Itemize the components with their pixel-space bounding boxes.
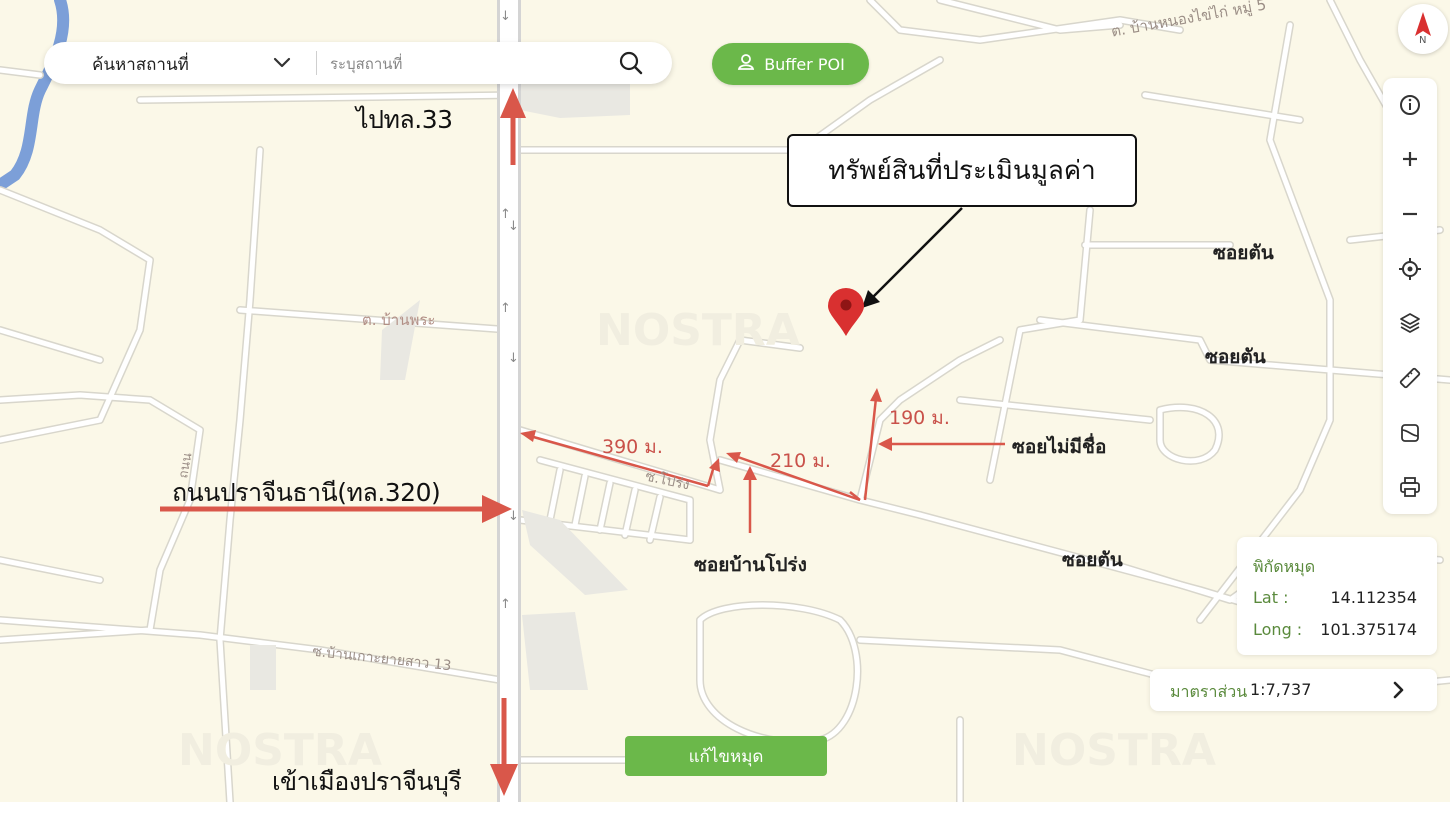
search-mode-label[interactable]: ค้นหาสถานที่ bbox=[92, 51, 189, 78]
svg-text:↑: ↑ bbox=[500, 597, 511, 612]
road-label-ban-phra: ต. บ้านพระ bbox=[362, 311, 436, 329]
scale-label: มาตราส่วน bbox=[1170, 682, 1248, 701]
search-bar: ค้นหาสถานที่ bbox=[44, 42, 672, 84]
ruler-icon[interactable] bbox=[1395, 363, 1425, 393]
locate-icon[interactable] bbox=[1395, 254, 1425, 284]
chevron-right-icon[interactable] bbox=[1384, 676, 1412, 704]
label-dead-end-2: ซอยตัน bbox=[1205, 346, 1266, 368]
scale-value: 1:7,737 bbox=[1250, 680, 1312, 699]
info-icon[interactable] bbox=[1395, 90, 1425, 120]
label-dead-end-3: ซอยตัน bbox=[1062, 549, 1123, 571]
coordinates-title: พิกัดหมุด bbox=[1253, 557, 1316, 576]
river bbox=[0, 0, 70, 191]
distance-210: 210 ม. bbox=[770, 450, 831, 472]
buffer-poi-label: Buffer POI bbox=[764, 54, 845, 74]
svg-text:↓: ↓ bbox=[508, 509, 519, 524]
label-to-highway-33: ไปทล.33 bbox=[356, 105, 453, 134]
search-divider bbox=[316, 51, 317, 75]
callout-pointer bbox=[862, 207, 963, 308]
property-pin bbox=[828, 288, 864, 336]
property-callout-text: ทรัพย์สินที่ประเมินมูลค่า bbox=[828, 156, 1096, 186]
lat-value: 14.112354 bbox=[1330, 588, 1417, 607]
label-dead-end-1: ซอยตัน bbox=[1213, 242, 1274, 264]
label-main-road: ถนนปราจีนธานี(ทล.320) bbox=[172, 478, 441, 507]
svg-text:NOSTRA: NOSTRA bbox=[1012, 725, 1216, 776]
edit-pin-button[interactable]: แก้ไขหมุด bbox=[625, 736, 827, 776]
compass-button[interactable]: N bbox=[1398, 4, 1448, 54]
layers-icon[interactable] bbox=[1395, 308, 1425, 338]
map-toolbar bbox=[1383, 78, 1437, 514]
search-icon[interactable] bbox=[618, 50, 644, 76]
long-value: 101.375174 bbox=[1320, 620, 1417, 639]
svg-text:NOSTRA: NOSTRA bbox=[596, 305, 800, 356]
user-pin-icon bbox=[736, 52, 756, 76]
building-blocks bbox=[250, 80, 630, 690]
red-annotation-arrows bbox=[160, 88, 526, 796]
zoom-in-icon[interactable] bbox=[1395, 144, 1425, 174]
map-style-icon[interactable] bbox=[1395, 418, 1425, 448]
north-arrow-icon bbox=[1415, 12, 1431, 36]
distance-390: 390 ม. bbox=[602, 436, 663, 458]
print-icon[interactable] bbox=[1395, 472, 1425, 502]
coordinates-panel: พิกัดหมุด Lat : 14.112354 Long : 101.375… bbox=[1237, 537, 1437, 655]
chevron-down-icon[interactable] bbox=[270, 50, 294, 74]
distance-190: 190 ม. bbox=[889, 407, 950, 429]
label-soi-no-name: ซอยไม่มีชื่อ bbox=[1012, 436, 1107, 458]
lat-label: Lat : bbox=[1253, 588, 1289, 607]
svg-text:↓: ↓ bbox=[500, 9, 511, 24]
svg-text:↑: ↑ bbox=[500, 301, 511, 316]
zoom-out-icon[interactable] bbox=[1395, 199, 1425, 229]
label-soi-ban-prong: ซอยบ้านโปร่ง bbox=[694, 554, 807, 576]
buffer-poi-button[interactable]: Buffer POI bbox=[712, 43, 869, 85]
search-input[interactable] bbox=[328, 50, 592, 78]
edit-pin-label: แก้ไขหมุด bbox=[688, 746, 764, 767]
svg-text:↓: ↓ bbox=[508, 219, 519, 234]
property-callout: ทรัพย์สินที่ประเมินมูลค่า bbox=[787, 134, 1137, 207]
watermark: NOSTRA NOSTRA NOSTRA bbox=[178, 305, 1216, 776]
scale-panel: มาตราส่วน 1:7,737 bbox=[1150, 669, 1437, 711]
compass-letter: N bbox=[1419, 35, 1427, 46]
label-to-city: เข้าเมืองปราจีนบุรี bbox=[272, 767, 462, 796]
long-label: Long : bbox=[1253, 620, 1303, 639]
svg-text:↓: ↓ bbox=[508, 351, 519, 366]
